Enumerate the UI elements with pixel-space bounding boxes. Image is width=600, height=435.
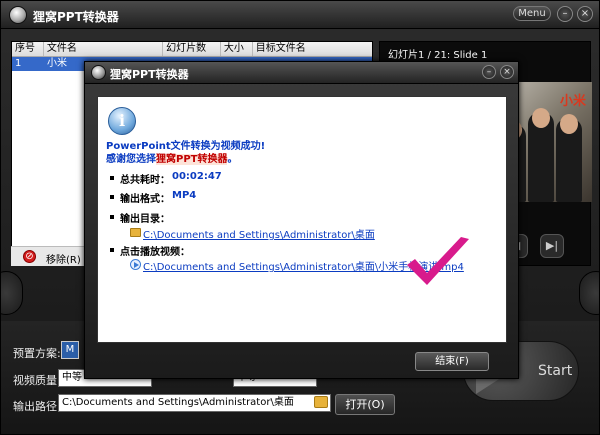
quality-label: 视频质量: [13,374,61,387]
open-button[interactable]: 打开(O) [335,394,395,415]
dialog-footer: 结束(F) [85,346,518,378]
output-dir-label: 输出目录： [120,214,170,225]
row-index: 1 [15,58,22,69]
column-index[interactable]: 序号 [12,42,44,56]
left-scroll-knob [1,271,23,315]
app-logo-icon [9,6,27,24]
info-icon: i [108,107,136,135]
title-bar: 狸窝PPT转换器 Menu – × [1,1,599,29]
file-list-header: 序号 文件名 幻灯片数 大小 目标文件名 [12,42,372,57]
dialog-title-bar: 狸窝PPT转换器 – × [85,62,518,84]
output-dir-link[interactable]: C:\Documents and Settings\Administrator\… [143,226,375,241]
dialog-title: 狸窝PPT转换器 [110,68,189,81]
finish-button[interactable]: 结束(F) [415,352,489,371]
format-value: MP4 [172,190,197,201]
app-window: 狸窝PPT转换器 Menu – × 序号 文件名 幻灯片数 大小 目标文件名 1… [0,0,600,435]
remove-icon[interactable]: ⊘ [23,250,36,263]
folder-icon[interactable] [314,396,328,408]
bullet-icon [110,195,114,199]
preset-label: 预置方案: [13,347,61,360]
menu-button[interactable]: Menu [513,6,551,21]
bullet-icon [110,248,114,252]
dialog-body: i PowerPoint文件转换为视频成功! 感谢您选择狸窝PPT转换器。 总共… [97,96,507,343]
column-size[interactable]: 大小 [221,42,253,56]
slide-counter: 幻灯片1 / 21: Slide 1 [388,50,488,61]
checkmark-icon [407,237,469,285]
dialog-logo-icon [91,65,106,80]
minimize-button[interactable]: – [557,6,573,22]
total-time-label: 总共耗时： [120,175,170,186]
close-button[interactable]: × [577,6,593,22]
play-label: 点击播放视频： [120,247,190,258]
conversion-complete-dialog: 狸窝PPT转换器 – × i PowerPoint文件转换为视频成功! 感谢您选… [84,61,519,379]
thanks-message: 感谢您选择狸窝PPT转换器。 [106,150,237,165]
app-title: 狸窝PPT转换器 [33,10,119,24]
dialog-close-button[interactable]: × [500,65,514,79]
thanks-suffix: 。 [227,154,238,165]
format-label: 输出格式： [120,194,170,205]
bullet-icon [110,215,114,219]
folder-icon [130,228,141,237]
output-path-field[interactable]: C:\Documents and Settings\Administrator\… [58,394,331,412]
bullet-icon [110,176,114,180]
right-scroll-knob [579,271,599,315]
slide-image-text: 小米 [560,94,587,109]
thanks-brand: 狸窝PPT转换器 [156,154,228,165]
total-time-value: 00:02:47 [172,171,222,182]
column-target-filename[interactable]: 目标文件名 [253,42,372,56]
play-icon [130,259,141,270]
output-path-label: 输出路径: [13,400,61,413]
thanks-prefix: 感谢您选择 [106,154,156,165]
preset-icon[interactable]: M [61,341,79,359]
start-label: Start [538,363,573,379]
dialog-minimize-button[interactable]: – [482,65,496,79]
next-slide-icon[interactable]: ▶| [540,234,564,258]
remove-button[interactable]: 移除(R) [46,251,81,266]
column-slide-count[interactable]: 幻灯片数 [163,42,221,56]
column-filename[interactable]: 文件名 [44,42,164,56]
